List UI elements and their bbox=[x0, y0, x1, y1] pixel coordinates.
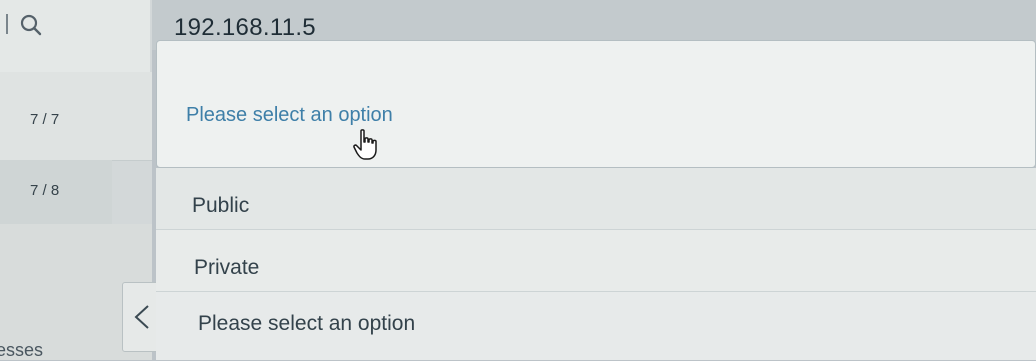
dropdown-options: Public Private Please select an option bbox=[156, 168, 1036, 360]
option-private[interactable]: Private bbox=[156, 230, 1036, 292]
chevron-left-icon bbox=[134, 305, 149, 329]
option-label: Private bbox=[194, 256, 260, 279]
item-counter: 7 / 7 bbox=[30, 111, 60, 128]
hand-pointer-cursor bbox=[353, 129, 377, 160]
search-icon[interactable] bbox=[18, 12, 44, 38]
option-public[interactable]: Public bbox=[156, 168, 1036, 230]
item-counter: 7 / 8 bbox=[30, 182, 60, 199]
text-caret bbox=[6, 14, 8, 34]
option-label: Please select an option bbox=[198, 312, 416, 335]
search-box[interactable] bbox=[0, 0, 150, 73]
list-row[interactable] bbox=[0, 72, 152, 161]
option-label: Public bbox=[192, 194, 250, 217]
option-placeholder[interactable]: Please select an option bbox=[156, 292, 1036, 360]
select-current-value: Please select an option bbox=[186, 104, 393, 126]
partial-label: esses bbox=[0, 340, 44, 360]
address-text: 192.168.11.5 bbox=[174, 14, 316, 41]
